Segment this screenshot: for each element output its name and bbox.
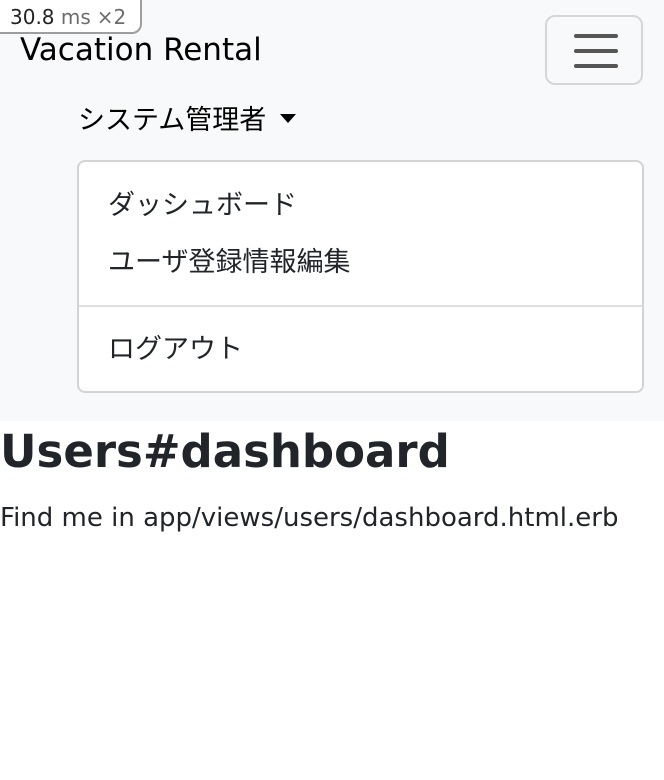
navbar-brand[interactable]: Vacation Rental xyxy=(20,30,262,70)
navbar-toggler-button[interactable] xyxy=(545,15,643,85)
menu-item-logout[interactable]: ログアウト xyxy=(108,330,243,370)
user-menu-label: システム管理者 xyxy=(78,105,267,136)
menu-item-edit-user[interactable]: ユーザ登録情報編集 xyxy=(108,243,350,283)
perf-value: 30.8 xyxy=(10,5,55,29)
page-description: Find me in app/views/users/dashboard.htm… xyxy=(0,503,619,533)
performance-badge[interactable]: 30.8 ms ×2 xyxy=(0,0,143,34)
user-menu-toggle[interactable]: システム管理者 xyxy=(78,100,297,142)
menu-item-dashboard[interactable]: ダッシュボード xyxy=(108,186,297,226)
hamburger-menu-icon xyxy=(574,34,618,68)
navbar: Vacation Rental システム管理者 ダッシュボード ユーザ登録情報編… xyxy=(0,0,664,421)
caret-down-icon xyxy=(280,114,297,123)
user-dropdown-menu: ダッシュボード ユーザ登録情報編集 ログアウト xyxy=(77,160,644,393)
perf-unit: ms xyxy=(60,5,91,29)
perf-multiplier: ×2 xyxy=(96,5,127,29)
dropdown-divider xyxy=(79,305,642,307)
page-title: Users#dashboard xyxy=(0,425,450,478)
